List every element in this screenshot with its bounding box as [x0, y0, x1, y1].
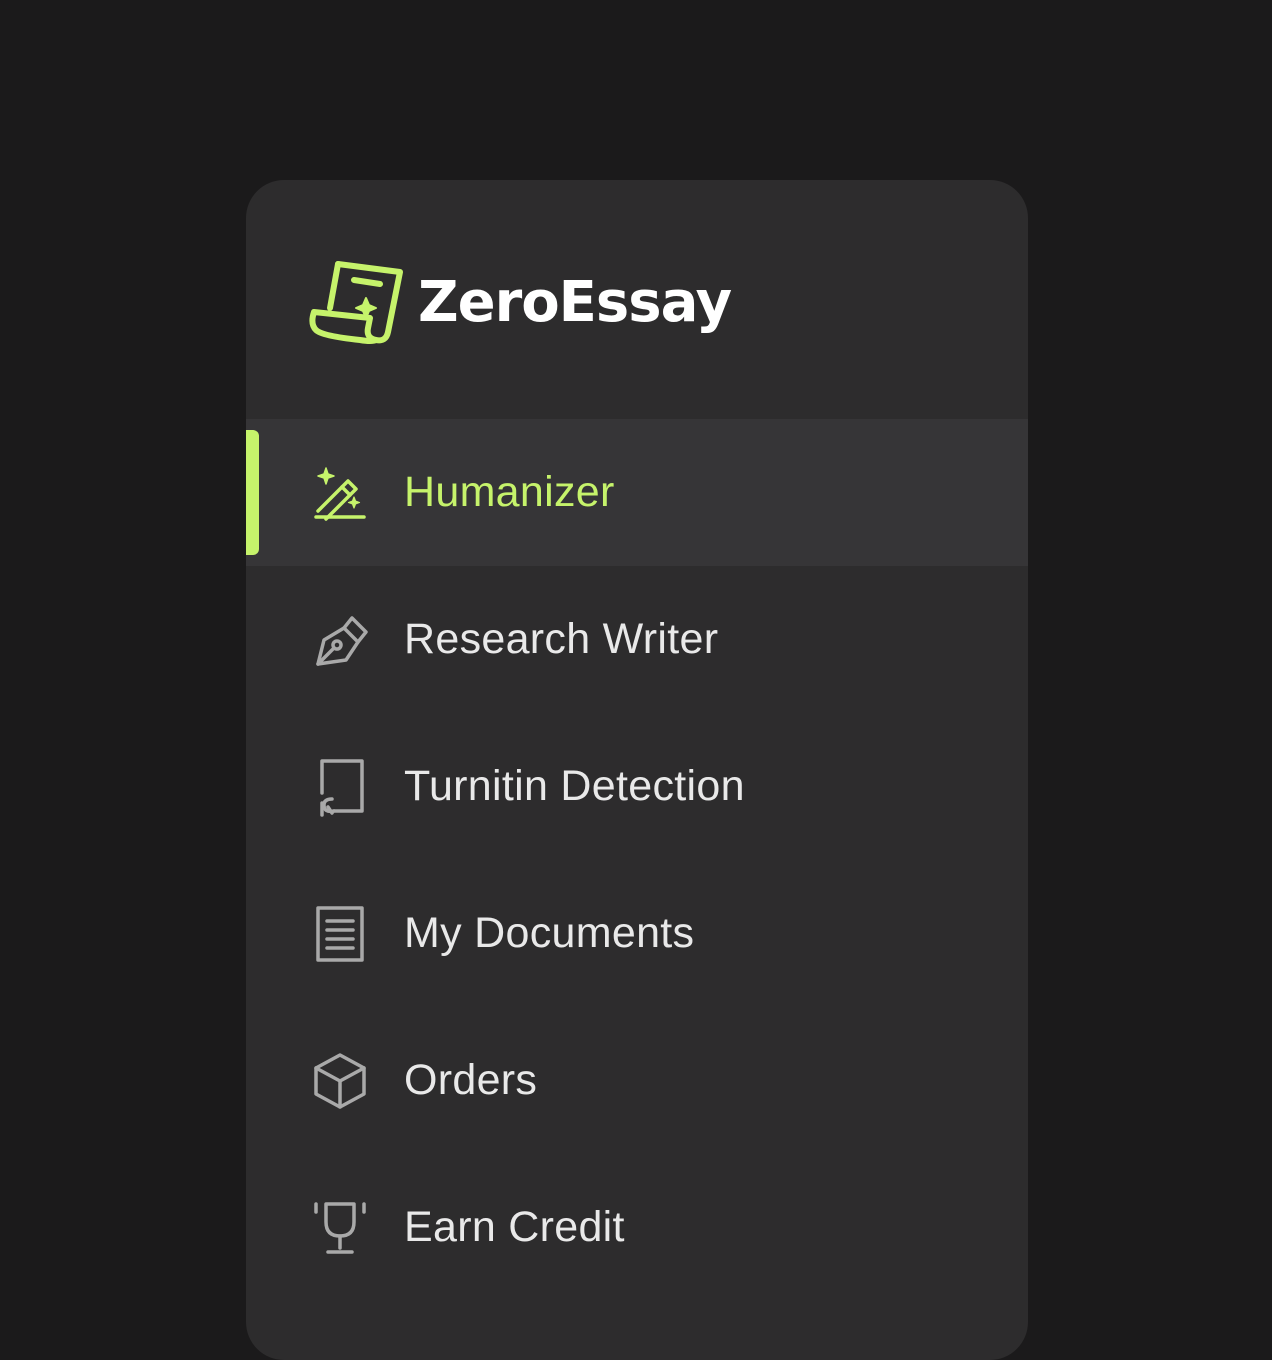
sidebar-item-orders[interactable]: Orders [246, 1007, 1028, 1154]
active-indicator [246, 430, 259, 555]
document-icon [310, 904, 370, 964]
sidebar-item-label: Turnitin Detection [404, 762, 745, 810]
sidebar-item-label: My Documents [404, 909, 695, 957]
sidebar-item-humanizer[interactable]: Humanizer [246, 419, 1028, 566]
sidebar-item-my-documents[interactable]: My Documents [246, 860, 1028, 1007]
sidebar-item-label: Orders [404, 1056, 538, 1104]
sidebar-nav: Humanizer Research Writer Turnitin Detec… [246, 419, 1028, 1301]
page-curl-icon [310, 757, 370, 817]
magic-wand-icon [310, 463, 370, 523]
sidebar-item-research-writer[interactable]: Research Writer [246, 566, 1028, 713]
scroll-sparkle-icon [309, 261, 403, 344]
brand-name: ZeroEssay [418, 270, 732, 335]
sidebar-item-label: Humanizer [404, 468, 615, 516]
sidebar: ZeroEssay Humanizer Research Writer Turn… [246, 180, 1028, 1360]
brand[interactable]: ZeroEssay [308, 258, 732, 344]
pen-nib-icon [310, 610, 370, 670]
box-icon [310, 1051, 370, 1111]
sidebar-item-label: Earn Credit [404, 1203, 625, 1251]
sidebar-item-turnitin-detection[interactable]: Turnitin Detection [246, 713, 1028, 860]
sidebar-item-label: Research Writer [404, 615, 719, 663]
sidebar-item-earn-credit[interactable]: Earn Credit [246, 1154, 1028, 1301]
trophy-icon [310, 1198, 370, 1258]
